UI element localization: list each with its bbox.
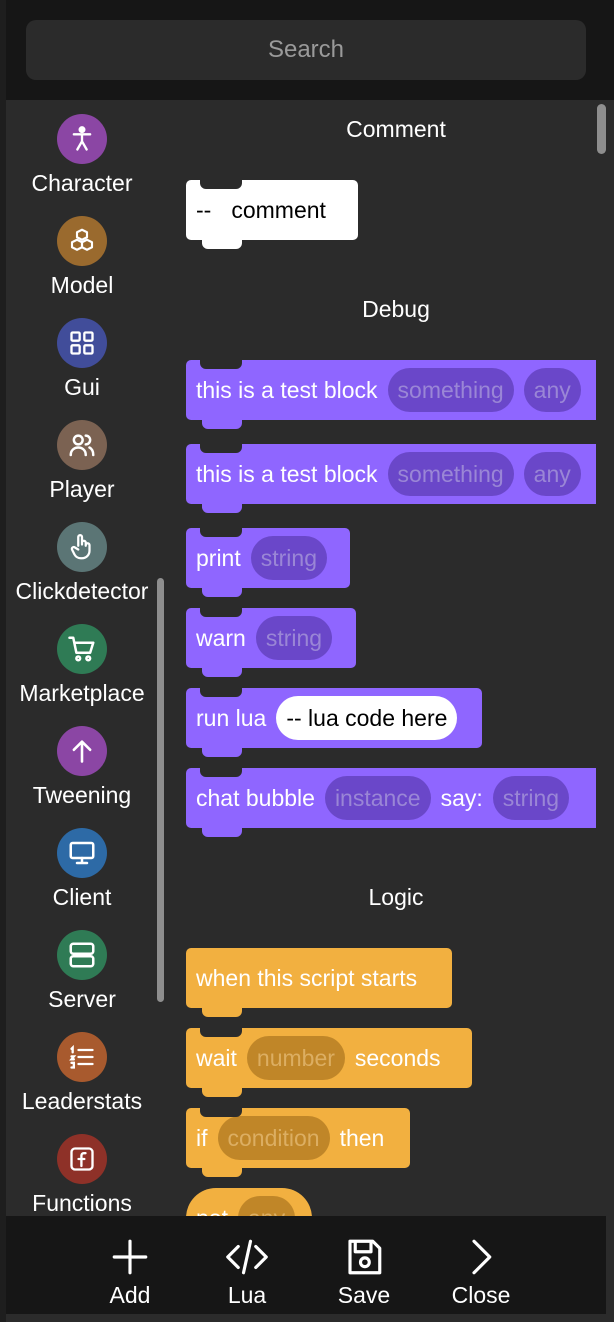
- arrow-up-icon: [57, 726, 107, 776]
- something-slot[interactable]: something: [387, 452, 514, 496]
- sidebar-item-label: Client: [52, 884, 112, 910]
- block-label: print: [196, 544, 241, 571]
- print-block[interactable]: print string: [186, 528, 350, 597]
- person-icon: [57, 114, 107, 164]
- block-label: chat bubble: [196, 784, 315, 811]
- section-title-logic: Logic: [368, 884, 424, 910]
- sidebar-item-label: Tweening: [32, 782, 132, 808]
- not-block[interactable]: not any: [186, 1188, 312, 1216]
- category-sidebar: Character Model Gui Player Clickdetector…: [0, 100, 166, 1216]
- users-icon: [57, 420, 107, 470]
- run-lua-block[interactable]: run lua -- lua code here: [186, 688, 482, 757]
- sidebar-item-gui[interactable]: Gui: [0, 304, 164, 406]
- sidebar-item-label: Leaderstats: [21, 1088, 143, 1114]
- sidebar-item-server[interactable]: Server: [0, 916, 164, 1018]
- save-button[interactable]: Save: [314, 1216, 414, 1314]
- block-label: if: [196, 1124, 208, 1151]
- string-slot[interactable]: string: [492, 776, 570, 820]
- warn-block[interactable]: warn string: [186, 608, 356, 677]
- block-label: warn: [196, 624, 246, 651]
- sidebar-item-player[interactable]: Player: [0, 406, 164, 508]
- section-title-comment: Comment: [346, 116, 446, 142]
- close-label: Close: [451, 1282, 511, 1308]
- sidebar-item-marketplace[interactable]: Marketplace: [0, 610, 164, 712]
- block-label: say:: [440, 784, 483, 811]
- floppy-disk-icon: [348, 1239, 382, 1275]
- sidebar-item-model[interactable]: Model: [0, 202, 164, 304]
- string-slot[interactable]: string: [255, 616, 333, 660]
- something-slot[interactable]: something: [387, 368, 514, 412]
- block-label: this is a test block: [196, 460, 378, 487]
- block-label: this is a test block: [196, 376, 378, 403]
- list-icon: [57, 1032, 107, 1082]
- search-input[interactable]: Search: [26, 20, 586, 80]
- block-prefix: --: [196, 196, 212, 223]
- add-label: Add: [109, 1282, 151, 1308]
- when-script-starts-block[interactable]: when this script starts: [186, 948, 452, 1017]
- top-bar: Search: [6, 0, 614, 100]
- block-label: not: [196, 1205, 228, 1217]
- instance-slot[interactable]: instance: [324, 776, 431, 820]
- sidebar-item-clickdetector[interactable]: Clickdetector: [0, 508, 164, 610]
- cubes-icon: [57, 216, 107, 266]
- sidebar-item-label: Functions: [32, 1190, 132, 1216]
- close-button[interactable]: Close: [431, 1216, 531, 1314]
- comment-block[interactable]: -- comment: [186, 180, 358, 249]
- sidebar-item-tweening[interactable]: Tweening: [0, 712, 164, 814]
- plus-icon: [112, 1239, 148, 1275]
- block-palette: Comment -- comment Debug this is a test …: [166, 100, 596, 1216]
- block-label: then: [339, 1124, 385, 1151]
- function-icon: [57, 1134, 107, 1184]
- any-slot[interactable]: any: [523, 368, 581, 412]
- section-title-debug: Debug: [362, 296, 430, 322]
- block-label: comment: [231, 196, 326, 223]
- if-block[interactable]: if condition then: [186, 1108, 410, 1177]
- palette-scrollbar[interactable]: [597, 104, 606, 154]
- block-label: wait: [196, 1044, 237, 1071]
- test-block[interactable]: this is a test block something any: [186, 360, 596, 429]
- any-slot[interactable]: any: [523, 452, 581, 496]
- string-slot[interactable]: string: [250, 536, 327, 580]
- add-button[interactable]: Add: [80, 1216, 180, 1314]
- sidebar-scrollbar[interactable]: [157, 578, 164, 1002]
- condition-slot[interactable]: condition: [217, 1116, 330, 1160]
- sidebar-item-client[interactable]: Client: [0, 814, 164, 916]
- monitor-icon: [57, 828, 107, 878]
- cart-icon: [57, 624, 107, 674]
- block-label: when this script starts: [196, 964, 418, 991]
- grid-icon: [57, 318, 107, 368]
- wait-block[interactable]: wait number seconds: [186, 1028, 472, 1097]
- test-block[interactable]: this is a test block something any: [186, 444, 596, 513]
- save-label: Save: [337, 1282, 391, 1308]
- sidebar-item-label: Server: [48, 986, 116, 1012]
- pointer-icon: [57, 522, 107, 572]
- bottom-toolbar: Add Lua Save Close: [6, 1216, 606, 1314]
- code-icon: [226, 1239, 268, 1275]
- any-slot[interactable]: any: [237, 1196, 296, 1216]
- sidebar-item-label: Model: [50, 272, 114, 298]
- chat-bubble-block[interactable]: chat bubble instance say: string: [186, 768, 596, 837]
- server-icon: [57, 930, 107, 980]
- number-slot[interactable]: number: [246, 1036, 345, 1080]
- sidebar-item-label: Clickdetector: [15, 578, 149, 604]
- sidebar-item-character[interactable]: Character: [0, 100, 164, 202]
- chevron-right-icon: [472, 1239, 492, 1275]
- sidebar-item-label: Marketplace: [19, 680, 145, 706]
- block-label: run lua: [196, 704, 267, 731]
- lua-button[interactable]: Lua: [197, 1216, 297, 1314]
- lua-code-slot[interactable]: -- lua code here: [276, 696, 458, 740]
- sidebar-item-leaderstats[interactable]: Leaderstats: [0, 1018, 164, 1120]
- lua-label: Lua: [227, 1282, 267, 1308]
- sidebar-item-label: Player: [49, 476, 115, 502]
- sidebar-item-label: Gui: [64, 374, 100, 400]
- sidebar-item-functions[interactable]: Functions: [0, 1120, 164, 1216]
- sidebar-item-label: Character: [31, 170, 133, 196]
- block-label: seconds: [354, 1044, 441, 1071]
